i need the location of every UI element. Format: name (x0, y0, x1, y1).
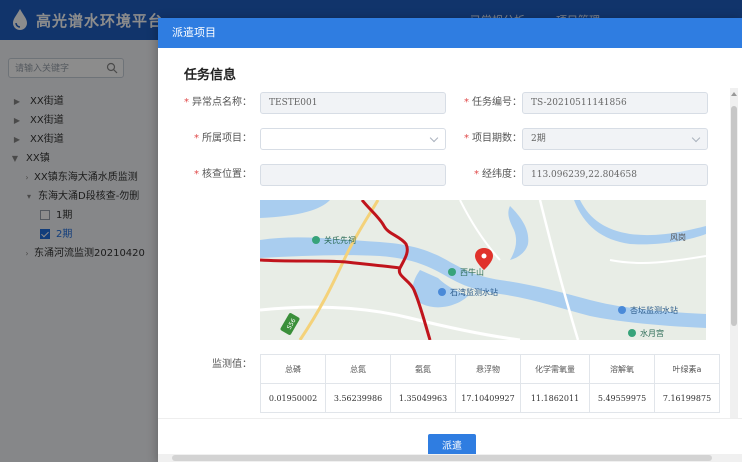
scroll-up-arrow-icon[interactable] (731, 92, 737, 96)
horizontal-scrollbar[interactable] (158, 454, 742, 462)
dialog-body: 任务信息 * 异常点名称： TESTE001 * 任务编号： TS-20210511… (158, 48, 742, 418)
coordinates-label: * 经纬度： (474, 169, 522, 180)
location-input[interactable] (260, 164, 446, 186)
project-label: * 所属项目： (194, 133, 252, 144)
map-label-fenggang: 风岗 (670, 233, 686, 242)
table-header: 叶绿素a (654, 354, 720, 384)
coordinates-input[interactable]: 113.096239,22.804658 (522, 164, 708, 186)
dialog-title: 派遣项目 (158, 18, 742, 48)
poi-icon (312, 236, 320, 244)
table-cell: 17.10409927 (455, 383, 521, 413)
table-cell: 1.35049963 (390, 383, 456, 413)
anomaly-name-input[interactable]: TESTE001 (260, 92, 446, 114)
poi-icon (628, 329, 636, 337)
table-header: 化学需氧量 (520, 354, 590, 384)
period-label: * 项目期数： (464, 133, 522, 144)
monitor-values-table: 总磷 总氮 氨氮 悬浮物 化学需氧量 溶解氧 叶绿素a 0.01950002 3… (260, 354, 720, 413)
table-header: 悬浮物 (455, 354, 521, 384)
table-header: 总氮 (325, 354, 391, 384)
location-map[interactable]: S56 关氏先祠 西牛山 石湾监测水站 杏坛监测水站 风岗 水月宫 (260, 200, 706, 340)
footer-divider (158, 418, 742, 419)
table-cell: 5.49559975 (589, 383, 655, 413)
map-canvas[interactable]: S56 关氏先祠 西牛山 石湾监测水站 杏坛监测水站 风岗 水月宫 (260, 200, 706, 340)
table-cell: 0.01950002 (260, 383, 326, 413)
poi-icon (448, 268, 456, 276)
map-label-xiniushan: 西牛山 (460, 267, 484, 277)
map-label-temple: 关氏先祠 (324, 235, 356, 245)
scroll-thumb[interactable] (731, 106, 737, 326)
period-select[interactable]: 2期 (522, 128, 708, 150)
table-cell: 3.56239986 (325, 383, 391, 413)
vertical-scrollbar[interactable] (730, 88, 738, 418)
project-select[interactable] (260, 128, 446, 150)
table-cell: 11.1862011 (520, 383, 590, 413)
dispatch-project-dialog: 派遣项目 任务信息 * 异常点名称： TESTE001 * 任务编号： TS-202… (158, 18, 742, 462)
station-icon (618, 306, 626, 314)
location-label: * 核查位置： (194, 169, 252, 180)
table-header-row: 总磷 总氮 氨氮 悬浮物 化学需氧量 溶解氧 叶绿素a (260, 354, 720, 384)
section-title: 任务信息 (184, 68, 237, 83)
anomaly-name-label: * 异常点名称： (184, 97, 252, 108)
task-number-input[interactable]: TS-20210511141856 (522, 92, 708, 114)
table-header: 溶解氧 (589, 354, 655, 384)
table-header: 氨氮 (390, 354, 456, 384)
monitor-values-label: 监测值： (212, 359, 252, 370)
map-label-xingtan-station: 杏坛监测水站 (630, 305, 678, 315)
map-label-shuiyuegong: 水月宫 (640, 328, 664, 338)
table-header: 总磷 (260, 354, 326, 384)
station-icon (438, 288, 446, 296)
scroll-thumb[interactable] (172, 455, 712, 461)
table-row: 0.01950002 3.56239986 1.35049963 17.1040… (260, 383, 720, 413)
table-cell: 7.16199875 (654, 383, 720, 413)
map-label-shiwan-station: 石湾监测水站 (450, 287, 498, 297)
task-number-label: * 任务编号： (464, 97, 522, 108)
